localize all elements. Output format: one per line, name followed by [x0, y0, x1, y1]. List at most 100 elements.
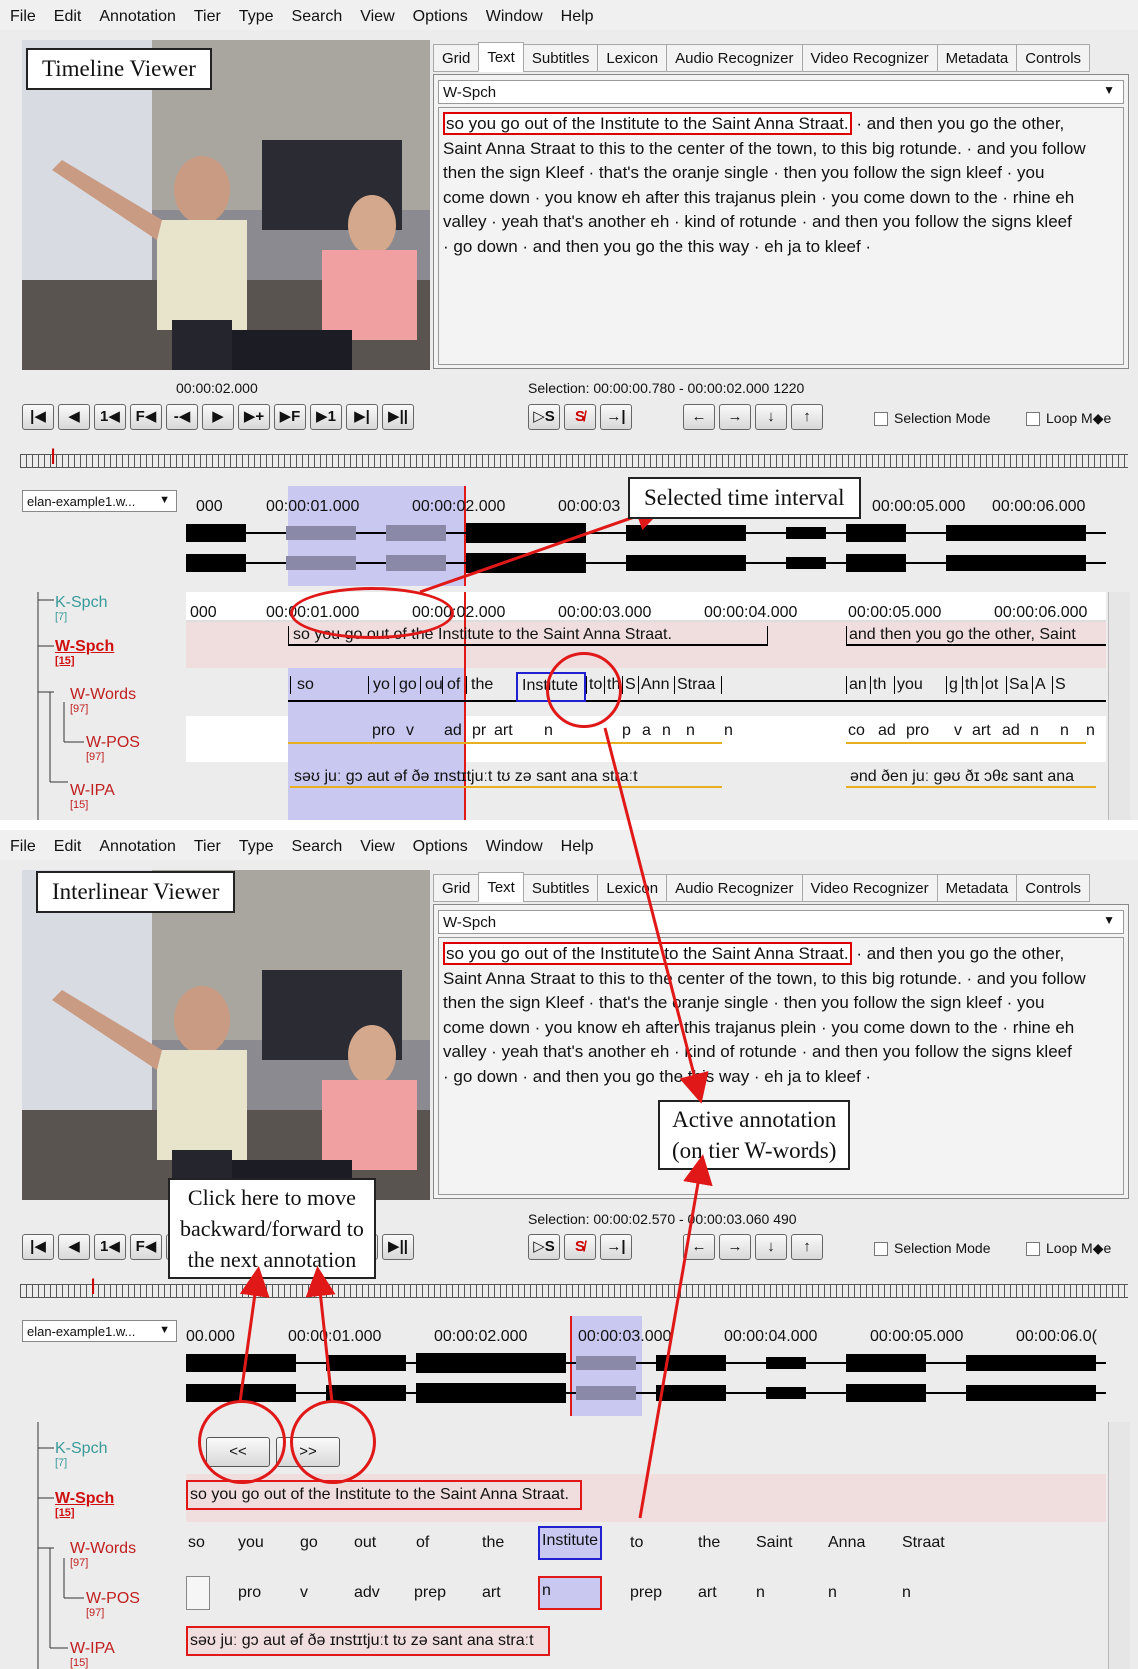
left-arrow-button[interactable]: ←	[683, 404, 715, 430]
word-annotation[interactable]: the	[480, 1530, 506, 1556]
word-annotation[interactable]: go	[298, 1530, 320, 1556]
active-pos-annotation[interactable]: n	[538, 1576, 602, 1610]
menu-edit[interactable]: Edit	[44, 0, 90, 26]
waveform-file-select[interactable]: elan-example1.w... ▼	[22, 1320, 177, 1342]
pos-annotation[interactable]: a	[642, 722, 651, 740]
up-arrow-button[interactable]: ↑	[791, 1234, 823, 1260]
tab-metadata[interactable]: Metadata	[936, 44, 1018, 72]
menu-view[interactable]: View	[350, 0, 402, 26]
tab-grid[interactable]: Grid	[433, 874, 480, 902]
pos-annotation[interactable]: ad	[444, 722, 462, 740]
pos-annotation[interactable]: n	[754, 1580, 767, 1606]
word-annotation[interactable]: ot	[982, 676, 1006, 694]
word-annotation[interactable]: go	[394, 676, 420, 694]
word-annotation[interactable]: to	[628, 1530, 645, 1556]
menu-help[interactable]: Help	[551, 830, 602, 856]
pos-annotation[interactable]: pro	[236, 1580, 263, 1606]
play-selection-button[interactable]: ▷S	[528, 404, 560, 430]
menu-view[interactable]: View	[350, 830, 402, 856]
overview-ruler[interactable]	[20, 1284, 1128, 1298]
text-content[interactable]: so you go out of the Institute to the Sa…	[438, 107, 1124, 365]
frame-back-button[interactable]: F◀	[130, 404, 162, 430]
pos-annotation[interactable]: ad	[878, 722, 896, 740]
word-annotation[interactable]: out	[352, 1530, 378, 1556]
to-selection-button[interactable]: →|	[600, 404, 632, 430]
menu-help[interactable]: Help	[551, 0, 602, 26]
pos-annotation[interactable]: co	[848, 722, 865, 740]
video-player[interactable]	[22, 870, 430, 1200]
menu-tier[interactable]: Tier	[184, 0, 229, 26]
menu-file[interactable]: File	[0, 830, 44, 856]
selection-mode-checkbox[interactable]: Selection Mode	[874, 410, 991, 427]
ruler-cursor-icon[interactable]: I	[50, 444, 56, 470]
menu-options[interactable]: Options	[403, 0, 476, 26]
pos-annotation[interactable]: ad	[1002, 722, 1020, 740]
step-forward-button[interactable]: ▶1	[310, 404, 342, 430]
pos-annotation[interactable]: pro	[906, 722, 929, 740]
selection-end-button[interactable]: ▶+	[238, 404, 270, 430]
annotation-w-spch[interactable]: and then you go the other, Saint	[846, 626, 1106, 646]
pos-annotation[interactable]: pr	[472, 722, 486, 740]
tab-metadata[interactable]: Metadata	[936, 874, 1018, 902]
tab-lexicon[interactable]: Lexicon	[597, 874, 668, 902]
loop-mode-checkbox[interactable]: Loop M◆e	[1026, 410, 1111, 427]
tab-lexicon[interactable]: Lexicon	[597, 44, 668, 72]
menu-annotation[interactable]: Annotation	[89, 0, 184, 26]
ruler-cursor-icon[interactable]: I	[90, 1274, 96, 1300]
active-word-annotation[interactable]: Institute	[538, 1526, 602, 1560]
menu-window[interactable]: Window	[476, 0, 551, 26]
selection-mode-checkbox[interactable]: Selection Mode	[874, 1240, 991, 1257]
word-annotation[interactable]: th	[870, 676, 894, 694]
menu-type[interactable]: Type	[229, 830, 282, 856]
tab-audio-recognizer[interactable]: Audio Recognizer	[666, 44, 803, 72]
play-button[interactable]: ▶	[202, 404, 234, 430]
word-annotation[interactable]: so	[186, 1530, 207, 1556]
word-annotation[interactable]: g	[946, 676, 962, 694]
word-annotation[interactable]: A	[1032, 676, 1050, 694]
tab-grid[interactable]: Grid	[433, 44, 480, 72]
loop-mode-checkbox[interactable]: Loop M◆e	[1026, 1240, 1111, 1257]
word-annotation[interactable]: Sa	[1006, 676, 1030, 694]
tab-subtitles[interactable]: Subtitles	[522, 874, 599, 902]
go-to-begin-button[interactable]: |◀	[22, 404, 54, 430]
word-annotation[interactable]: ou	[420, 676, 442, 694]
word-annotation[interactable]: th	[962, 676, 982, 694]
word-annotation[interactable]: S	[622, 676, 638, 694]
pos-annotation[interactable]: adv	[352, 1580, 382, 1606]
overview-ruler[interactable]	[20, 454, 1128, 468]
right-arrow-button[interactable]: →	[719, 1234, 751, 1260]
word-annotation[interactable]: Straa	[674, 676, 722, 694]
pos-annotation[interactable]: n	[900, 1580, 913, 1606]
active-text-highlight[interactable]: so you go out of the Institute to the Sa…	[443, 942, 852, 965]
go-to-end-button[interactable]: ▶||	[382, 404, 414, 430]
to-selection-button[interactable]: →|	[600, 1234, 632, 1260]
word-annotation[interactable]: S	[1052, 676, 1072, 694]
pos-annotation[interactable]: art	[696, 1580, 719, 1606]
down-arrow-button[interactable]: ↓	[755, 1234, 787, 1260]
pos-annotation[interactable]: n	[1030, 722, 1039, 740]
tab-controls[interactable]: Controls	[1016, 44, 1091, 72]
tier-select[interactable]: W-Spch ▼	[438, 910, 1124, 934]
pos-annotation[interactable]: n	[1060, 722, 1069, 740]
menu-options[interactable]: Options	[403, 830, 476, 856]
tab-text[interactable]: Text	[478, 42, 524, 72]
pos-annotation[interactable]: p	[622, 722, 631, 740]
pos-annotation[interactable]: art	[480, 1580, 503, 1606]
vertical-scrollbar[interactable]	[1108, 1422, 1130, 1669]
ipa-annotation[interactable]: səʊ juː gɔ aut əf ðə ɪnstɪtjuːt tʊ zə sa…	[186, 1626, 550, 1656]
clear-selection-button[interactable]: S̸	[564, 1234, 596, 1260]
pos-annotation[interactable]: prep	[628, 1580, 664, 1606]
vertical-scrollbar[interactable]	[1108, 592, 1130, 820]
tier-select[interactable]: W-Spch ▼	[438, 80, 1124, 104]
left-arrow-button[interactable]: ←	[683, 1234, 715, 1260]
tab-subtitles[interactable]: Subtitles	[522, 44, 599, 72]
menu-window[interactable]: Window	[476, 830, 551, 856]
clear-selection-button[interactable]: S̸	[564, 404, 596, 430]
word-annotation[interactable]: so	[290, 676, 368, 694]
word-annotation[interactable]: Saint	[754, 1530, 794, 1556]
menu-search[interactable]: Search	[282, 830, 351, 856]
pos-annotation[interactable]: art	[494, 722, 513, 740]
word-annotation[interactable]: the	[466, 676, 516, 694]
active-text-highlight[interactable]: so you go out of the Institute to the Sa…	[443, 112, 852, 135]
word-annotation[interactable]: of	[442, 676, 466, 694]
